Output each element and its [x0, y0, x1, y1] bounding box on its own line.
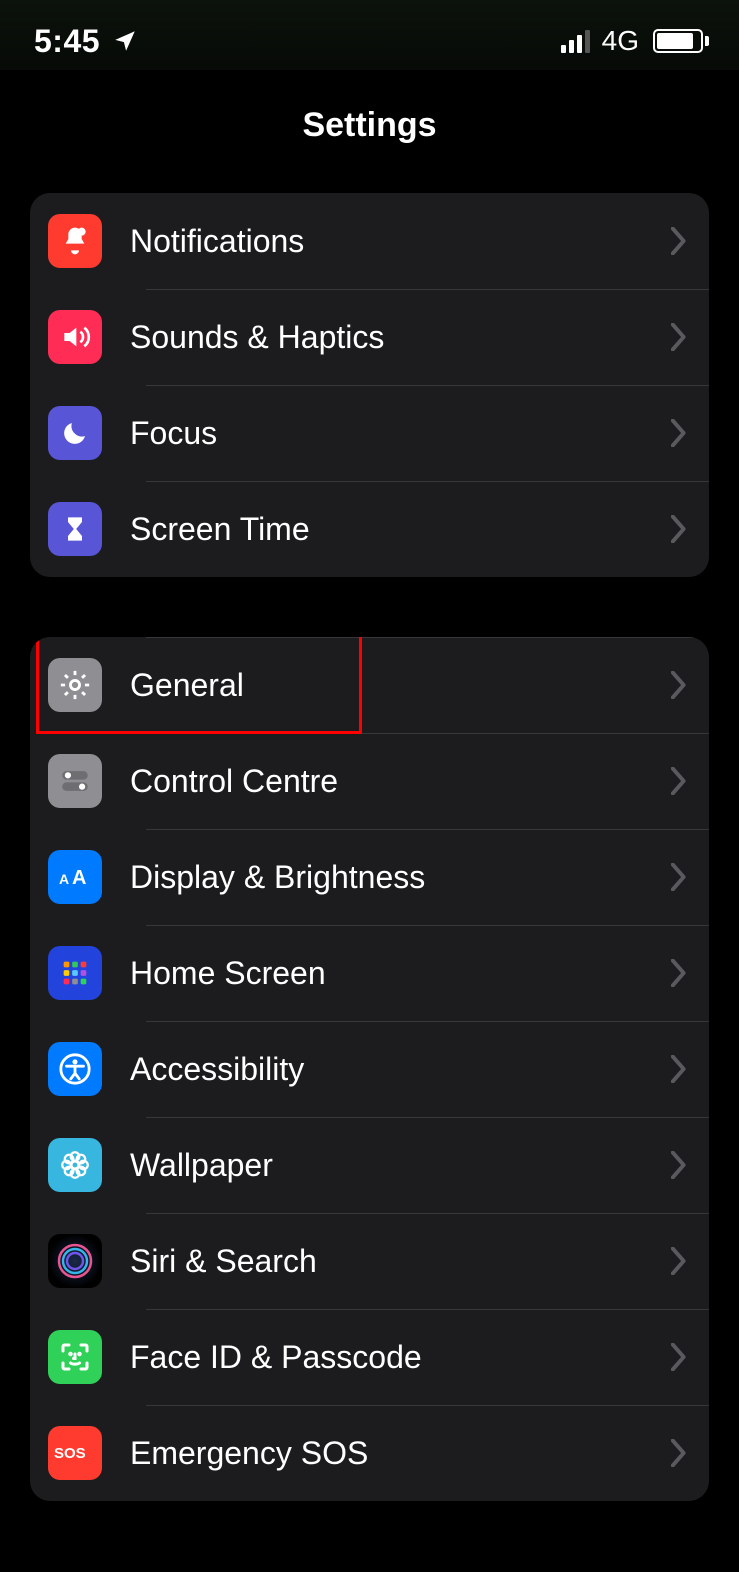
row-label: Control Centre: [130, 763, 671, 800]
chevron-right-icon: [671, 863, 687, 891]
row-faceid[interactable]: Face ID & Passcode: [30, 1309, 709, 1405]
status-bar: 5:45 4G: [0, 0, 739, 70]
chevron-right-icon: [671, 1343, 687, 1371]
settings-content: Notifications Sounds & Haptics Focus: [0, 193, 739, 1541]
chevron-right-icon: [671, 1055, 687, 1083]
row-sos[interactable]: SOS Emergency SOS: [30, 1405, 709, 1501]
row-label: Accessibility: [130, 1051, 671, 1088]
row-display[interactable]: AA Display & Brightness: [30, 829, 709, 925]
chevron-right-icon: [671, 671, 687, 699]
row-label: Face ID & Passcode: [130, 1339, 671, 1376]
row-homescreen[interactable]: Home Screen: [30, 925, 709, 1021]
row-label: General: [130, 667, 671, 704]
row-label: Wallpaper: [130, 1147, 671, 1184]
gear-icon: [48, 658, 102, 712]
chevron-right-icon: [671, 1151, 687, 1179]
siri-icon: [48, 1234, 102, 1288]
chevron-right-icon: [671, 323, 687, 351]
accessibility-icon: [48, 1042, 102, 1096]
title-bar: Settings: [0, 70, 739, 193]
row-label: Home Screen: [130, 955, 671, 992]
row-siri[interactable]: Siri & Search: [30, 1213, 709, 1309]
svg-text:SOS: SOS: [54, 1445, 86, 1462]
chevron-right-icon: [671, 1247, 687, 1275]
svg-text:A: A: [59, 871, 69, 887]
moon-icon: [48, 406, 102, 460]
faceid-icon: [48, 1330, 102, 1384]
switches-icon: [48, 754, 102, 808]
status-right: 4G: [561, 25, 709, 57]
chevron-right-icon: [671, 959, 687, 987]
chevron-right-icon: [671, 227, 687, 255]
chevron-right-icon: [671, 515, 687, 543]
flower-icon: [48, 1138, 102, 1192]
sos-icon: SOS: [48, 1426, 102, 1480]
chevron-right-icon: [671, 767, 687, 795]
chevron-right-icon: [671, 419, 687, 447]
location-arrow-icon: [112, 28, 138, 54]
textsize-icon: AA: [48, 850, 102, 904]
row-label: Siri & Search: [130, 1243, 671, 1280]
row-focus[interactable]: Focus: [30, 385, 709, 481]
clock-time: 5:45: [34, 23, 100, 60]
bell-icon: [48, 214, 102, 268]
row-accessibility[interactable]: Accessibility: [30, 1021, 709, 1117]
row-general[interactable]: General: [30, 637, 709, 733]
battery-icon: [653, 29, 709, 53]
settings-group-1: Notifications Sounds & Haptics Focus: [30, 193, 709, 577]
row-label: Display & Brightness: [130, 859, 671, 896]
speaker-icon: [48, 310, 102, 364]
settings-group-2: General Control Centre AA Disp: [30, 637, 709, 1501]
row-label: Notifications: [130, 223, 671, 260]
row-label: Sounds & Haptics: [130, 319, 671, 356]
row-label: Focus: [130, 415, 671, 452]
row-notifications[interactable]: Notifications: [30, 193, 709, 289]
row-wallpaper[interactable]: Wallpaper: [30, 1117, 709, 1213]
page-title: Settings: [0, 106, 739, 145]
chevron-right-icon: [671, 1439, 687, 1467]
row-screentime[interactable]: Screen Time: [30, 481, 709, 577]
row-label: Screen Time: [130, 511, 671, 548]
row-sounds[interactable]: Sounds & Haptics: [30, 289, 709, 385]
hourglass-icon: [48, 502, 102, 556]
row-controlcentre[interactable]: Control Centre: [30, 733, 709, 829]
cellular-signal-icon: [561, 29, 590, 53]
row-label: Emergency SOS: [130, 1435, 671, 1472]
svg-text:A: A: [72, 867, 86, 889]
status-left: 5:45: [34, 23, 138, 60]
network-label: 4G: [602, 25, 639, 57]
appgrid-icon: [48, 946, 102, 1000]
